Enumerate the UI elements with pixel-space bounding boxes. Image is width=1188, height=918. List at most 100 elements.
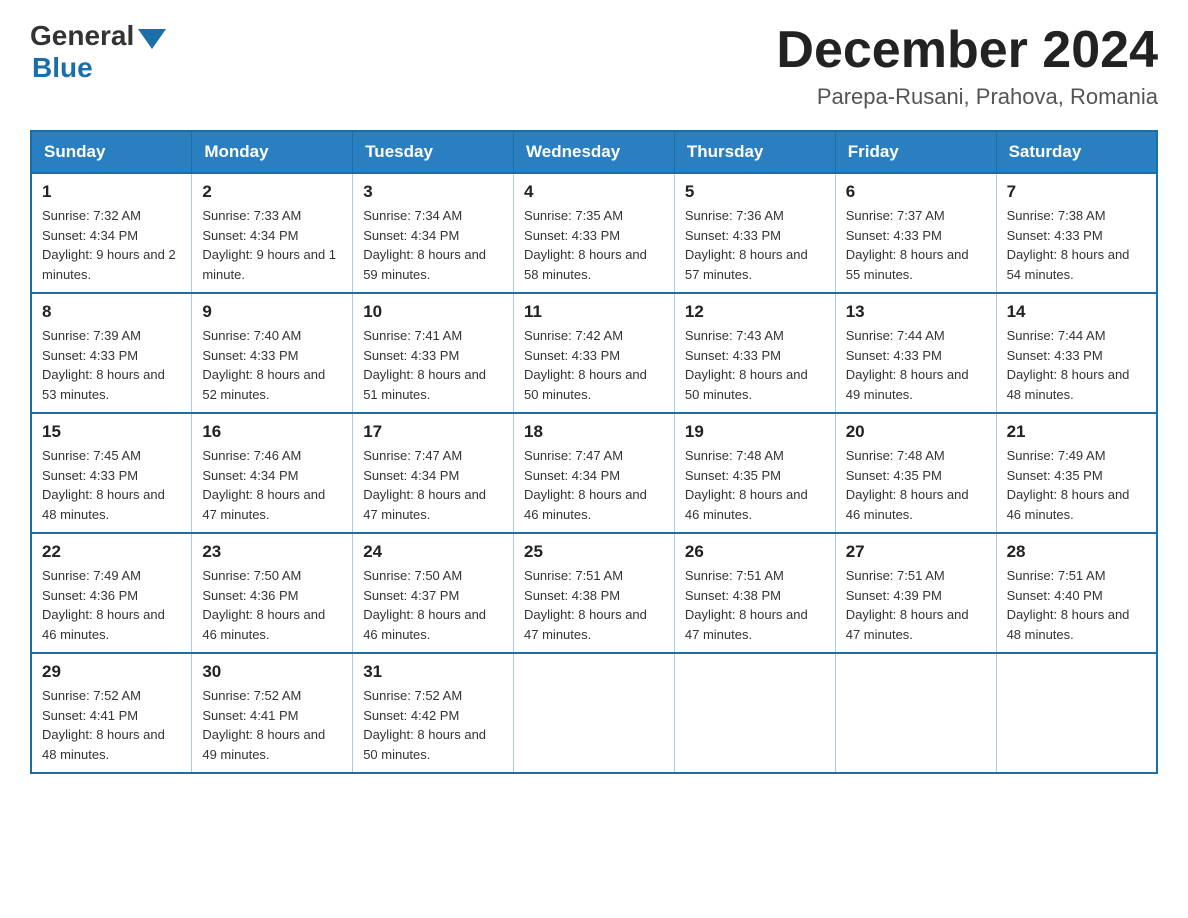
table-row: 31 Sunrise: 7:52 AM Sunset: 4:42 PM Dayl… [353,653,514,773]
table-row: 11 Sunrise: 7:42 AM Sunset: 4:33 PM Dayl… [514,293,675,413]
day-number: 1 [42,182,181,202]
day-info: Sunrise: 7:44 AM Sunset: 4:33 PM Dayligh… [846,326,986,404]
day-info: Sunrise: 7:32 AM Sunset: 4:34 PM Dayligh… [42,206,181,284]
col-monday: Monday [192,131,353,173]
table-row [835,653,996,773]
day-number: 3 [363,182,503,202]
table-row: 10 Sunrise: 7:41 AM Sunset: 4:33 PM Dayl… [353,293,514,413]
table-row: 16 Sunrise: 7:46 AM Sunset: 4:34 PM Dayl… [192,413,353,533]
calendar-week-row: 22 Sunrise: 7:49 AM Sunset: 4:36 PM Dayl… [31,533,1157,653]
day-number: 19 [685,422,825,442]
col-saturday: Saturday [996,131,1157,173]
col-wednesday: Wednesday [514,131,675,173]
day-info: Sunrise: 7:48 AM Sunset: 4:35 PM Dayligh… [846,446,986,524]
table-row: 9 Sunrise: 7:40 AM Sunset: 4:33 PM Dayli… [192,293,353,413]
day-number: 13 [846,302,986,322]
day-info: Sunrise: 7:51 AM Sunset: 4:38 PM Dayligh… [685,566,825,644]
day-info: Sunrise: 7:51 AM Sunset: 4:38 PM Dayligh… [524,566,664,644]
table-row: 20 Sunrise: 7:48 AM Sunset: 4:35 PM Dayl… [835,413,996,533]
day-info: Sunrise: 7:51 AM Sunset: 4:39 PM Dayligh… [846,566,986,644]
day-info: Sunrise: 7:35 AM Sunset: 4:33 PM Dayligh… [524,206,664,284]
day-info: Sunrise: 7:37 AM Sunset: 4:33 PM Dayligh… [846,206,986,284]
day-number: 9 [202,302,342,322]
day-info: Sunrise: 7:50 AM Sunset: 4:37 PM Dayligh… [363,566,503,644]
day-info: Sunrise: 7:47 AM Sunset: 4:34 PM Dayligh… [363,446,503,524]
day-number: 14 [1007,302,1146,322]
day-number: 24 [363,542,503,562]
table-row: 28 Sunrise: 7:51 AM Sunset: 4:40 PM Dayl… [996,533,1157,653]
day-info: Sunrise: 7:44 AM Sunset: 4:33 PM Dayligh… [1007,326,1146,404]
day-info: Sunrise: 7:47 AM Sunset: 4:34 PM Dayligh… [524,446,664,524]
table-row: 1 Sunrise: 7:32 AM Sunset: 4:34 PM Dayli… [31,173,192,293]
day-info: Sunrise: 7:52 AM Sunset: 4:42 PM Dayligh… [363,686,503,764]
day-number: 5 [685,182,825,202]
calendar-header-row: Sunday Monday Tuesday Wednesday Thursday… [31,131,1157,173]
day-number: 2 [202,182,342,202]
day-number: 10 [363,302,503,322]
day-info: Sunrise: 7:49 AM Sunset: 4:36 PM Dayligh… [42,566,181,644]
table-row: 7 Sunrise: 7:38 AM Sunset: 4:33 PM Dayli… [996,173,1157,293]
table-row: 30 Sunrise: 7:52 AM Sunset: 4:41 PM Dayl… [192,653,353,773]
calendar-week-row: 29 Sunrise: 7:52 AM Sunset: 4:41 PM Dayl… [31,653,1157,773]
day-number: 26 [685,542,825,562]
day-info: Sunrise: 7:46 AM Sunset: 4:34 PM Dayligh… [202,446,342,524]
table-row: 3 Sunrise: 7:34 AM Sunset: 4:34 PM Dayli… [353,173,514,293]
day-number: 16 [202,422,342,442]
table-row: 23 Sunrise: 7:50 AM Sunset: 4:36 PM Dayl… [192,533,353,653]
day-number: 15 [42,422,181,442]
table-row: 18 Sunrise: 7:47 AM Sunset: 4:34 PM Dayl… [514,413,675,533]
day-info: Sunrise: 7:52 AM Sunset: 4:41 PM Dayligh… [42,686,181,764]
table-row: 27 Sunrise: 7:51 AM Sunset: 4:39 PM Dayl… [835,533,996,653]
table-row: 24 Sunrise: 7:50 AM Sunset: 4:37 PM Dayl… [353,533,514,653]
table-row: 5 Sunrise: 7:36 AM Sunset: 4:33 PM Dayli… [674,173,835,293]
day-number: 27 [846,542,986,562]
table-row: 13 Sunrise: 7:44 AM Sunset: 4:33 PM Dayl… [835,293,996,413]
location-title: Parepa-Rusani, Prahova, Romania [776,84,1158,110]
day-info: Sunrise: 7:33 AM Sunset: 4:34 PM Dayligh… [202,206,342,284]
calendar-week-row: 8 Sunrise: 7:39 AM Sunset: 4:33 PM Dayli… [31,293,1157,413]
title-section: December 2024 Parepa-Rusani, Prahova, Ro… [776,20,1158,110]
day-info: Sunrise: 7:43 AM Sunset: 4:33 PM Dayligh… [685,326,825,404]
day-number: 7 [1007,182,1146,202]
day-info: Sunrise: 7:42 AM Sunset: 4:33 PM Dayligh… [524,326,664,404]
day-number: 22 [42,542,181,562]
table-row: 29 Sunrise: 7:52 AM Sunset: 4:41 PM Dayl… [31,653,192,773]
table-row: 8 Sunrise: 7:39 AM Sunset: 4:33 PM Dayli… [31,293,192,413]
table-row: 22 Sunrise: 7:49 AM Sunset: 4:36 PM Dayl… [31,533,192,653]
day-number: 29 [42,662,181,682]
table-row [674,653,835,773]
table-row: 12 Sunrise: 7:43 AM Sunset: 4:33 PM Dayl… [674,293,835,413]
page-header: General Blue December 2024 Parepa-Rusani… [30,20,1158,110]
logo-blue-text: Blue [32,52,166,84]
day-number: 21 [1007,422,1146,442]
table-row: 6 Sunrise: 7:37 AM Sunset: 4:33 PM Dayli… [835,173,996,293]
calendar-week-row: 15 Sunrise: 7:45 AM Sunset: 4:33 PM Dayl… [31,413,1157,533]
day-number: 8 [42,302,181,322]
day-number: 25 [524,542,664,562]
day-info: Sunrise: 7:39 AM Sunset: 4:33 PM Dayligh… [42,326,181,404]
month-title: December 2024 [776,20,1158,80]
day-number: 23 [202,542,342,562]
day-info: Sunrise: 7:45 AM Sunset: 4:33 PM Dayligh… [42,446,181,524]
col-thursday: Thursday [674,131,835,173]
day-info: Sunrise: 7:40 AM Sunset: 4:33 PM Dayligh… [202,326,342,404]
table-row: 21 Sunrise: 7:49 AM Sunset: 4:35 PM Dayl… [996,413,1157,533]
day-info: Sunrise: 7:50 AM Sunset: 4:36 PM Dayligh… [202,566,342,644]
day-info: Sunrise: 7:52 AM Sunset: 4:41 PM Dayligh… [202,686,342,764]
day-number: 30 [202,662,342,682]
table-row: 19 Sunrise: 7:48 AM Sunset: 4:35 PM Dayl… [674,413,835,533]
calendar-week-row: 1 Sunrise: 7:32 AM Sunset: 4:34 PM Dayli… [31,173,1157,293]
table-row: 17 Sunrise: 7:47 AM Sunset: 4:34 PM Dayl… [353,413,514,533]
logo-general-text: General [30,20,134,52]
day-number: 11 [524,302,664,322]
day-info: Sunrise: 7:49 AM Sunset: 4:35 PM Dayligh… [1007,446,1146,524]
day-number: 4 [524,182,664,202]
table-row [514,653,675,773]
day-info: Sunrise: 7:41 AM Sunset: 4:33 PM Dayligh… [363,326,503,404]
day-info: Sunrise: 7:48 AM Sunset: 4:35 PM Dayligh… [685,446,825,524]
table-row: 4 Sunrise: 7:35 AM Sunset: 4:33 PM Dayli… [514,173,675,293]
col-friday: Friday [835,131,996,173]
logo: General Blue [30,20,166,84]
calendar-table: Sunday Monday Tuesday Wednesday Thursday… [30,130,1158,774]
table-row [996,653,1157,773]
